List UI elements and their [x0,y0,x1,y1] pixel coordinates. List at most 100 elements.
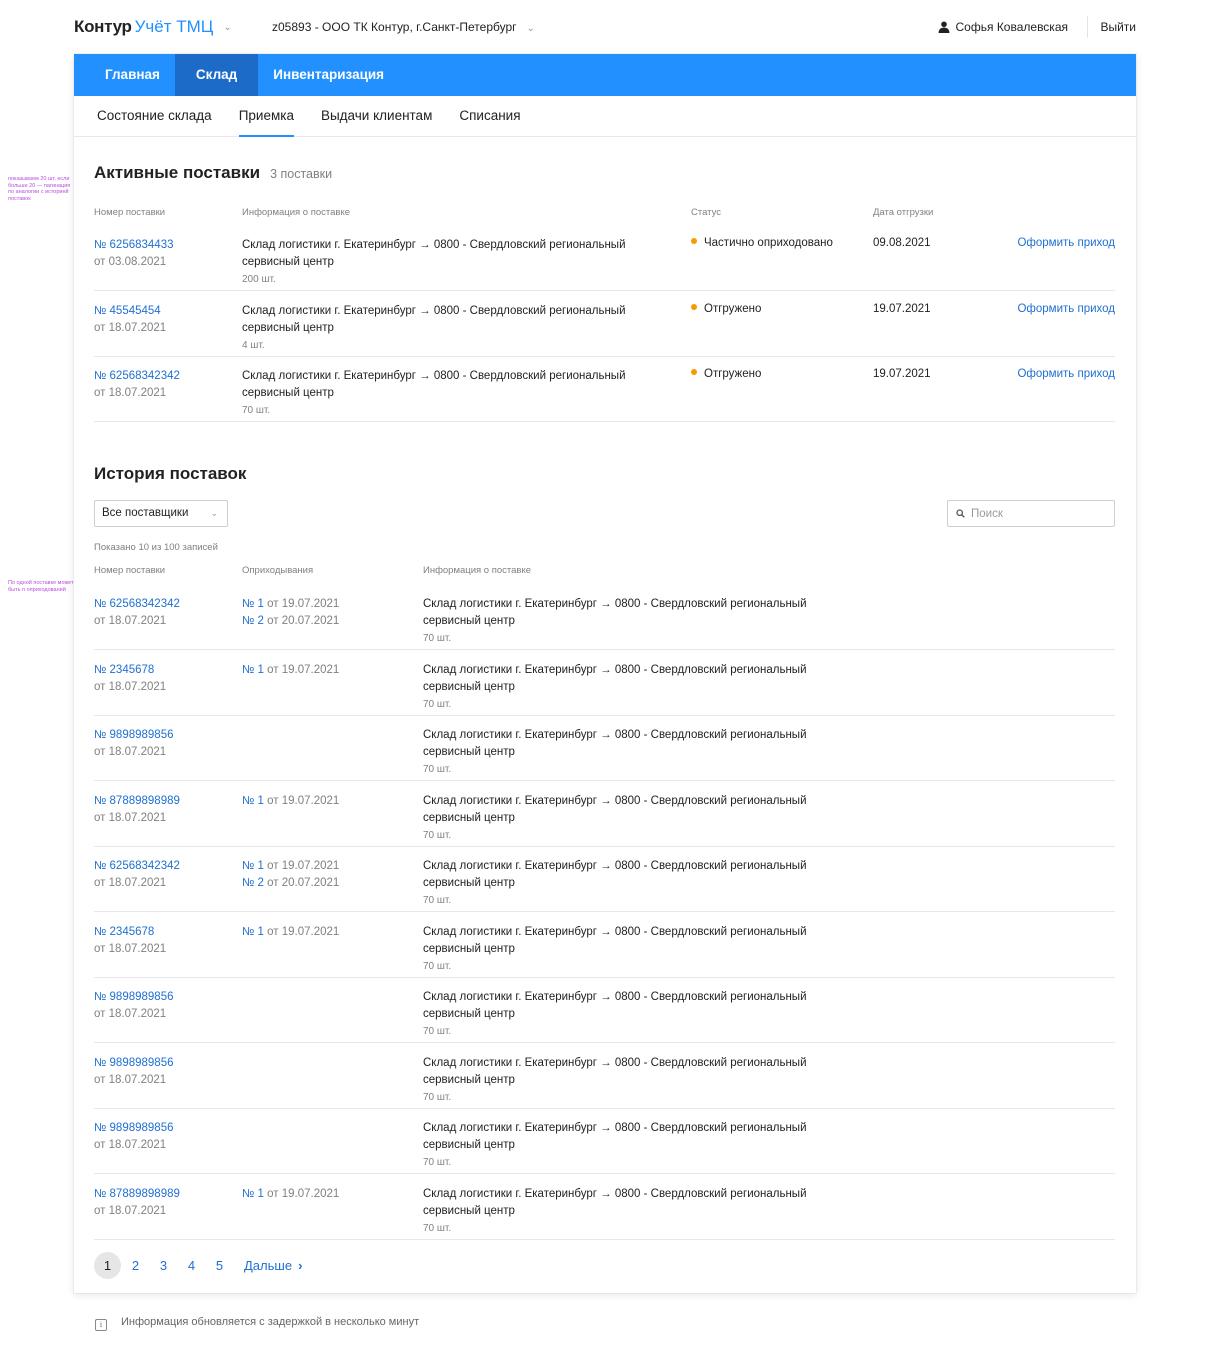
delivery-info-cell: Склад логистики г. Екатеринбург → 0800 -… [423,596,843,647]
delivery-info-cell: Склад логистики г. Екатеринбург → 0800 -… [423,924,843,975]
delivery-route: Склад логистики г. Екатеринбург → 0800 -… [423,794,807,807]
receipt-item: № 2 от 20.07.2021 [242,875,339,892]
receipt-link[interactable]: № 1 [242,860,264,872]
org-switcher[interactable]: z05893 - ООО ТК Контур, г.Санкт-Петербур… [272,20,535,36]
status-cell: Частично оприходовано [691,235,833,252]
delivery-info-cell: Склад логистики г. Екатеринбург → 0800 -… [242,237,662,288]
status-dot-icon [691,303,697,310]
delivery-number-link[interactable]: № 87889898989 [94,1186,180,1203]
page-4[interactable]: 4 [178,1252,205,1279]
user-menu[interactable]: Софья Ковалевская [938,20,1068,34]
nav-item-home[interactable]: Главная [90,54,175,96]
delivery-number-cell: № 87889898989 от 18.07.2021 [94,1186,180,1220]
status-text: Отгружено [704,302,762,315]
delivery-number-link[interactable]: № 62568342342 [94,858,180,875]
product-switcher[interactable]: Контур Учёт ТМЦ ⌄ [74,17,232,40]
delivery-number-link[interactable]: № 9898989856 [94,989,174,1006]
page-2[interactable]: 2 [122,1252,149,1279]
receipt-link[interactable]: № 2 [242,877,264,889]
delivery-qty: 70 шт. [423,1222,452,1234]
logout-link[interactable]: Выйти [1100,20,1136,34]
delivery-route: Склад логистики г. Екатеринбург → 0800 -… [423,1056,807,1069]
tab-client-issues[interactable]: Выдачи клиентам [321,96,432,136]
status-text: Частично оприходовано [704,237,833,249]
delivery-qty: 70 шт. [423,764,452,775]
tab-receiving[interactable]: Приемка [238,96,295,137]
table-row: № 87889898989 от 18.07.2021 № 1 от 19.07.2… [94,781,1115,847]
receipt-link[interactable]: № 1 [242,926,264,938]
chevron-down-icon: ⌄ [526,23,535,34]
delivery-number-link[interactable]: № 62568342342 [94,368,180,385]
delivery-route-cont: сервисный центр [423,877,515,889]
tab-warehouse-state[interactable]: Состояние склада [97,96,212,136]
table-row: № 62568342342 от 18.07.2021 Склад логистик… [94,356,1115,422]
delivery-route-cont: сервисный центр [242,387,334,399]
receipt-link[interactable]: № 1 [242,1188,264,1200]
search-input[interactable] [947,500,1115,527]
delivery-number-link[interactable]: № 87889898989 [94,793,180,810]
footer-info: i Информация обновляется с задержкой в не… [95,1315,419,1331]
tab-write-offs[interactable]: Списания [459,96,520,136]
delivery-info-cell: Склад логистики г. Екатеринбург → 0800 -… [423,989,843,1040]
delivery-route-cont: сервисный центр [423,1204,515,1217]
create-receipt-link[interactable]: Оформить приход [1017,366,1115,383]
delivery-date: от 18.07.2021 [94,1008,167,1020]
receipt-link[interactable]: № 1 [242,598,264,610]
page-5[interactable]: 5 [206,1252,233,1279]
delivery-qty: 70 шт. [423,829,452,841]
delivery-number-link[interactable]: № 2345678 [94,662,166,679]
table-row: № 9898989856 от 18.07.2021 Склад логистики… [94,1043,1115,1109]
table-row: № 62568342342 от 18.07.2021 № 1 от 19.07.2… [94,584,1115,650]
delivery-route-cont: сервисный центр [242,321,334,334]
brand-logo: Контур [74,17,132,36]
delivery-number-link[interactable]: № 45545454 [94,303,166,320]
supplier-select[interactable]: Все поставщики ⌄ [94,500,228,527]
delivery-route-cont: сервисный центр [423,746,515,758]
page-1[interactable]: 1 [94,1252,121,1279]
table-row: № 2345678 от 18.07.2021 № 1 от 19.07.2021 С… [94,912,1115,978]
delivery-info-cell: Склад логистики г. Екатеринбург → 0800 -… [423,1055,843,1106]
receipt-link[interactable]: № 1 [242,664,264,676]
receipt-item: № 1 от 19.07.2021 [242,1186,339,1203]
table-row: № 87889898989 от 18.07.2021 № 1 от 19.07.2… [94,1174,1115,1240]
receipts-cell: № 1 от 19.07.2021 [242,1186,339,1203]
create-receipt-link[interactable]: Оформить приход [1017,235,1115,252]
delivery-date: от 18.07.2021 [94,811,167,824]
active-title: Активные поставки [94,163,261,182]
next-page-label: Дальше [244,1258,293,1273]
delivery-number-link[interactable]: № 9898989856 [94,1055,174,1072]
delivery-date: от 18.07.2021 [94,321,167,334]
delivery-route-cont: сервисный центр [423,1008,515,1020]
nav-item-inventory[interactable]: Инвентаризация [258,54,399,96]
delivery-date: от 18.07.2021 [94,680,167,693]
status-dot-icon [691,369,697,375]
main-nav: Главная Склад Инвентаризация [74,54,1136,96]
delivery-route-cont: сервисный центр [242,256,334,268]
delivery-route: Склад логистики г. Екатеринбург → 0800 -… [423,598,807,610]
page-3[interactable]: 3 [150,1252,177,1279]
receipt-date: от 19.07.2021 [267,663,340,676]
create-receipt-link[interactable]: Оформить приход [1017,301,1115,318]
receipt-link[interactable]: № 2 [242,615,264,627]
delivery-number-link[interactable]: № 6256834433 [94,237,174,254]
delivery-number-link[interactable]: № 62568342342 [94,596,180,613]
footer-text: Информация обновляется с задержкой в нес… [121,1316,420,1328]
delivery-route: Склад логистики г. Екатеринбург → 0800 -… [242,370,626,382]
delivery-route-cont: сервисный центр [423,615,515,627]
status-dot-icon [691,238,697,244]
table-row: № 9898989856 от 18.07.2021 Склад логистики… [94,715,1115,781]
receipt-link[interactable]: № 1 [242,795,264,807]
delivery-info-cell: Склад логистики г. Екатеринбург → 0800 -… [423,1186,843,1237]
top-bar: Контур Учёт ТМЦ ⌄ z05893 - ООО ТК Контур, … [74,0,1136,54]
delivery-info-cell: Склад логистики г. Екатеринбург → 0800 -… [423,1120,843,1171]
chevron-down-icon: ⌄ [210,508,218,518]
nav-item-warehouse[interactable]: Склад [174,54,259,96]
delivery-number-cell: № 9898989856 от 18.07.2021 [94,1120,174,1154]
next-page-link[interactable]: Дальше › [244,1258,302,1273]
table-row: № 2345678 от 18.07.2021 № 1 от 19.07.2021 С… [94,650,1115,716]
delivery-number-link[interactable]: № 9898989856 [94,1120,174,1137]
delivery-number-link[interactable]: № 2345678 [94,924,166,941]
delivery-number-link[interactable]: № 9898989856 [94,727,174,744]
delivery-qty: 200 шт. [242,274,276,285]
delivery-number-cell: № 45545454 от 18.07.2021 [94,303,166,337]
